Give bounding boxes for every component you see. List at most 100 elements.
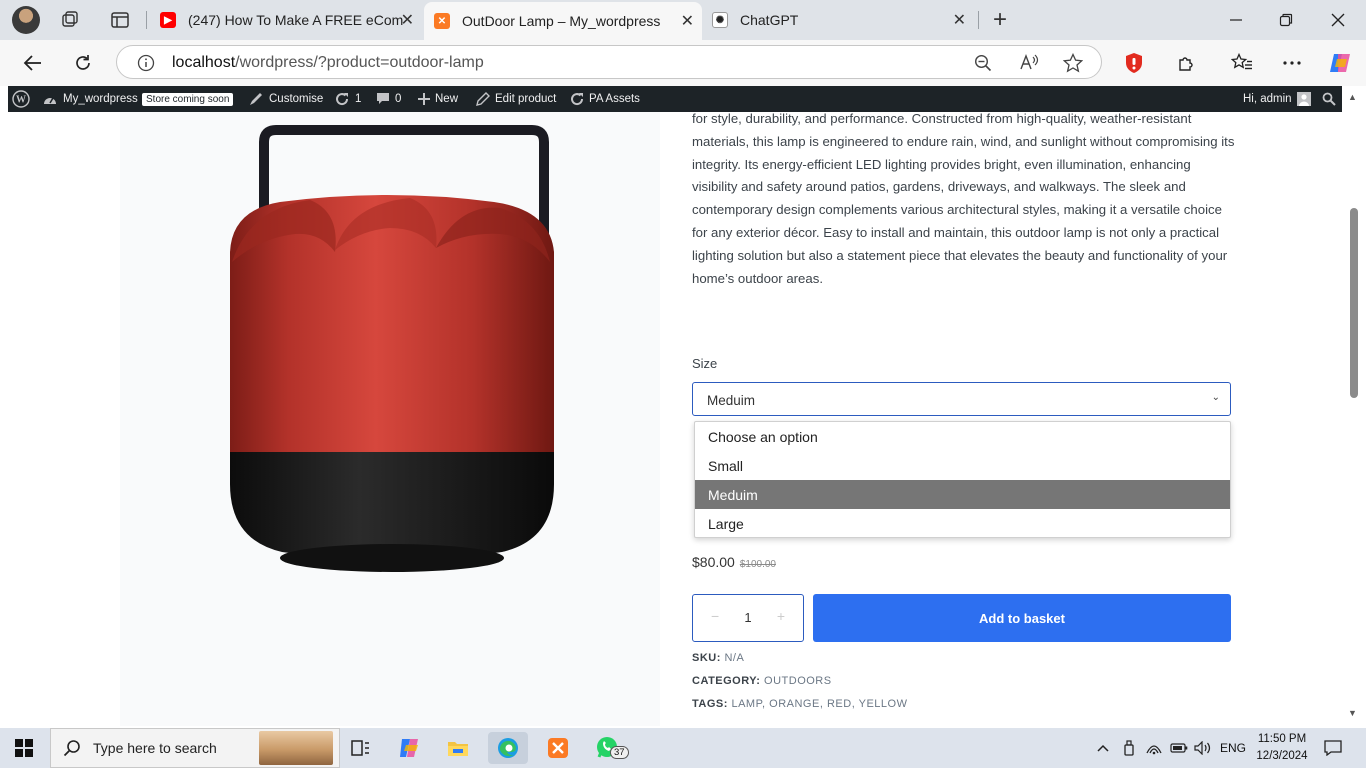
scroll-down-icon[interactable]: ▼ xyxy=(1348,708,1357,718)
tag-link[interactable]: RED xyxy=(827,698,852,710)
workspaces-icon[interactable] xyxy=(58,8,82,32)
size-dropdown-list: Choose an option Small Meduim Large xyxy=(694,421,1231,538)
zoom-out-icon[interactable] xyxy=(973,53,993,73)
url-text: localhost/wordpress/?product=outdoor-lam… xyxy=(172,54,484,72)
xampp-taskbar-icon[interactable] xyxy=(538,732,578,764)
adblock-extension-icon[interactable] xyxy=(1122,51,1146,75)
scrollbar-thumb[interactable] xyxy=(1350,208,1358,398)
windows-taskbar: Type here to search 37 ENG 11:50 PM 12/3… xyxy=(0,728,1366,768)
taskbar-search[interactable]: Type here to search xyxy=(50,728,340,768)
language-indicator[interactable]: ENG xyxy=(1220,728,1246,768)
admin-new[interactable]: New xyxy=(418,86,458,112)
product-image[interactable] xyxy=(120,112,660,726)
tab-title: OutDoor Lamp – My_wordpress xyxy=(462,13,661,29)
tab-title: ChatGPT xyxy=(740,12,799,28)
vertical-tabs-icon[interactable] xyxy=(108,8,132,32)
clock-time: 11:50 PM xyxy=(1257,733,1307,745)
close-tab-icon[interactable]: ✕ xyxy=(953,10,966,30)
qty-value[interactable]: 1 xyxy=(693,610,803,625)
tag-link[interactable]: YELLOW xyxy=(859,698,908,710)
tab-outdoor-lamp[interactable]: ✕ OutDoor Lamp – My_wordpress ✕ xyxy=(424,2,702,40)
chatgpt-icon: ✺ xyxy=(712,12,728,28)
updates-count: 1 xyxy=(355,93,362,105)
wp-admin-bar: W My_wordpress Store coming soon Customi… xyxy=(8,86,1342,112)
windows-start-icon[interactable] xyxy=(4,732,44,764)
tag-link[interactable]: ORANGE xyxy=(769,698,820,710)
product-description: for style, durability, and performance. … xyxy=(692,112,1235,286)
admin-updates[interactable]: 1 xyxy=(334,86,361,112)
regular-price: $100.00 xyxy=(739,559,776,570)
size-select[interactable]: Meduim ⌄ xyxy=(692,382,1231,416)
edge-taskbar-icon[interactable] xyxy=(488,732,528,764)
refresh-icon[interactable] xyxy=(70,50,96,76)
size-option-meduim[interactable]: Meduim xyxy=(695,480,1230,509)
admin-comments[interactable]: 0 xyxy=(376,86,401,112)
scroll-up-icon[interactable]: ▲ xyxy=(1348,92,1357,102)
search-icon xyxy=(63,740,80,757)
show-hidden-icons[interactable] xyxy=(1096,728,1110,768)
copilot-icon[interactable] xyxy=(1328,51,1352,75)
qty-plus-button[interactable]: + xyxy=(777,608,785,624)
product-tags: TAGS: LAMP, ORANGE, RED, YELLOW xyxy=(692,698,908,710)
copilot-taskbar-icon[interactable] xyxy=(390,732,430,764)
url-path: /wordpress/?product=outdoor-lamp xyxy=(235,54,484,71)
wifi-icon[interactable] xyxy=(1146,728,1162,768)
restore-icon[interactable] xyxy=(1274,8,1298,32)
tab-chatgpt[interactable]: ✺ ChatGPT ✕ xyxy=(702,4,974,36)
more-options-icon[interactable] xyxy=(1280,51,1304,75)
minimize-icon[interactable] xyxy=(1224,8,1248,32)
product-gallery xyxy=(120,112,660,726)
product-page: for style, durability, and performance. … xyxy=(8,112,1342,726)
new-label: New xyxy=(435,93,459,105)
admin-search-icon[interactable] xyxy=(1322,86,1336,112)
category-link[interactable]: OUTDOORS xyxy=(764,675,832,687)
usb-icon[interactable] xyxy=(1122,728,1136,768)
wordpress-logo-icon[interactable]: W xyxy=(12,86,30,112)
back-icon[interactable] xyxy=(20,50,46,76)
close-window-icon[interactable] xyxy=(1326,8,1350,32)
store-coming-soon-badge[interactable]: Store coming soon xyxy=(142,86,234,112)
address-bar[interactable]: localhost/wordpress/?product=outdoor-lam… xyxy=(116,45,1102,79)
admin-pa-assets[interactable]: PA Assets xyxy=(570,86,640,112)
xampp-icon: ✕ xyxy=(434,13,450,29)
product-sku: SKU: N/A xyxy=(692,652,744,664)
task-view-icon[interactable] xyxy=(340,732,380,764)
admin-customise[interactable]: Customise xyxy=(248,86,323,112)
extensions-icon[interactable] xyxy=(1174,51,1198,75)
close-tab-icon[interactable]: ✕ xyxy=(401,10,414,30)
read-aloud-icon[interactable] xyxy=(1019,53,1039,73)
product-category: CATEGORY: OUTDOORS xyxy=(692,675,832,687)
battery-icon[interactable] xyxy=(1170,728,1188,768)
add-to-basket-button[interactable]: Add to basket xyxy=(813,594,1231,642)
search-placeholder: Type here to search xyxy=(93,740,217,756)
admin-account[interactable]: Hi, admin xyxy=(1243,86,1311,112)
clock-date: 12/3/2024 xyxy=(1256,750,1308,762)
profile-avatar[interactable] xyxy=(12,6,40,34)
youtube-icon: ▶ xyxy=(160,12,176,28)
quantity-stepper[interactable]: − 1 + xyxy=(692,594,804,642)
product-price: $80.00 $100.00 xyxy=(692,554,776,570)
size-option-choose[interactable]: Choose an option xyxy=(695,422,1230,451)
tab-title: (247) How To Make A FREE eCom xyxy=(188,12,404,28)
tags-label: TAGS: xyxy=(692,698,728,710)
size-label: Size xyxy=(692,356,718,371)
pa-assets-label: PA Assets xyxy=(589,93,640,105)
size-option-small[interactable]: Small xyxy=(695,451,1230,480)
system-clock[interactable]: 11:50 PM 12/3/2024 xyxy=(1250,731,1314,765)
site-info-icon[interactable] xyxy=(137,54,155,77)
whatsapp-taskbar-icon[interactable]: 37 xyxy=(588,732,629,764)
browser-tab-strip: ▶ (247) How To Make A FREE eCom ✕ ✕ OutD… xyxy=(0,0,1366,40)
admin-site-name[interactable]: My_wordpress xyxy=(42,86,138,112)
notifications-icon[interactable] xyxy=(1324,728,1342,768)
tag-link[interactable]: LAMP xyxy=(731,698,762,710)
tab-youtube[interactable]: ▶ (247) How To Make A FREE eCom ✕ xyxy=(150,4,422,36)
volume-icon[interactable] xyxy=(1194,728,1212,768)
favorites-icon[interactable] xyxy=(1230,51,1254,75)
size-option-large[interactable]: Large xyxy=(695,509,1230,538)
page-scrollbar[interactable]: ▲ ▼ xyxy=(1342,86,1366,726)
new-tab-button[interactable]: + xyxy=(988,6,1012,33)
favorite-star-icon[interactable] xyxy=(1063,53,1083,73)
file-explorer-icon[interactable] xyxy=(438,732,478,764)
admin-edit-product[interactable]: Edit product xyxy=(476,86,556,112)
close-tab-icon[interactable]: ✕ xyxy=(681,11,694,31)
